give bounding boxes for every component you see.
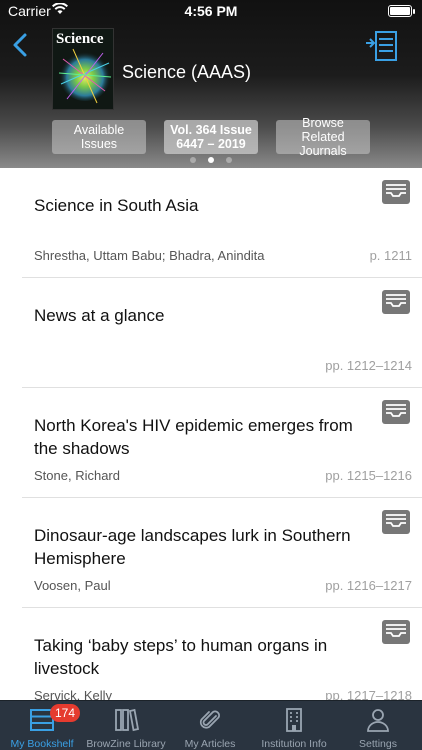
save-to-library-icon[interactable] bbox=[382, 290, 410, 314]
page-dot bbox=[190, 157, 196, 163]
journal-cover: Science bbox=[52, 28, 114, 110]
article-authors: Voosen, Paul bbox=[34, 578, 111, 593]
cover-art-image bbox=[58, 48, 112, 104]
save-to-library-icon[interactable] bbox=[382, 620, 410, 644]
clock: 4:56 PM bbox=[184, 3, 238, 19]
tab-my-bookshelf[interactable]: 174 My Bookshelf bbox=[0, 701, 84, 750]
page-indicator[interactable] bbox=[0, 157, 422, 165]
journal-header: Carrier 4:56 PM Science Science (AAAS) A… bbox=[0, 0, 422, 168]
article-title: Taking ‘baby steps’ to human organs in l… bbox=[34, 636, 328, 678]
article-title: Science in South Asia bbox=[34, 196, 199, 215]
journal-menu-button[interactable] bbox=[364, 30, 398, 62]
tab-institution-info[interactable]: Institution Info bbox=[252, 701, 336, 750]
list-export-icon bbox=[366, 31, 397, 61]
article-row[interactable]: News at a glance pp. 1212–1214 bbox=[0, 278, 422, 388]
article-authors: Shrestha, Uttam Babu; Bhadra, Anindita bbox=[34, 248, 265, 263]
save-to-library-icon[interactable] bbox=[382, 510, 410, 534]
tab-label: Institution Info bbox=[261, 738, 327, 750]
status-bar: Carrier 4:56 PM bbox=[0, 0, 422, 22]
article-title: North Korea's HIV epidemic emerges from … bbox=[34, 416, 353, 458]
article-pages: p. 1211 bbox=[369, 248, 412, 263]
tab-bar: 174 My Bookshelf BrowZine Library My Art… bbox=[0, 700, 422, 750]
article-authors: Stone, Richard bbox=[34, 468, 120, 483]
article-pages: pp. 1216–1217 bbox=[325, 578, 412, 593]
tab-label: Settings bbox=[359, 738, 397, 750]
battery-icon bbox=[388, 5, 415, 17]
article-title: News at a glance bbox=[34, 306, 165, 325]
journal-title: Science (AAAS) bbox=[122, 62, 252, 82]
bookshelf-badge: 174 bbox=[50, 704, 81, 722]
current-issue-button[interactable]: Vol. 364 Issue 6447 – 2019 bbox=[164, 120, 258, 154]
page-dot bbox=[226, 157, 232, 163]
chevron-left-icon bbox=[13, 33, 27, 57]
page-dot-active bbox=[208, 157, 214, 163]
back-button[interactable] bbox=[8, 28, 34, 62]
article-authors: Servick, Kelly bbox=[34, 688, 113, 700]
paperclip-icon bbox=[199, 710, 220, 729]
tab-browzine-library[interactable]: BrowZine Library bbox=[84, 701, 168, 750]
available-issues-button[interactable]: Available Issues bbox=[52, 120, 146, 154]
article-row[interactable]: Taking ‘baby steps’ to human organs in l… bbox=[0, 608, 422, 700]
article-row[interactable]: Dinosaur-age landscapes lurk in Southern… bbox=[0, 498, 422, 608]
article-title: Dinosaur-age landscapes lurk in Southern… bbox=[34, 526, 351, 568]
save-to-library-icon[interactable] bbox=[382, 400, 410, 424]
article-pages: pp. 1217–1218 bbox=[325, 688, 412, 700]
article-pages: pp. 1212–1214 bbox=[325, 358, 412, 373]
browse-related-journals-button[interactable]: Browse Related Journals bbox=[276, 116, 370, 158]
article-row[interactable]: Science in South Asia Shrestha, Uttam Ba… bbox=[0, 168, 422, 278]
article-row[interactable]: North Korea's HIV epidemic emerges from … bbox=[0, 388, 422, 498]
tab-label: BrowZine Library bbox=[86, 738, 166, 750]
tab-settings[interactable]: Settings bbox=[336, 701, 420, 750]
tab-label: My Bookshelf bbox=[10, 738, 74, 750]
library-icon bbox=[115, 708, 139, 732]
article-list[interactable]: Science in South Asia Shrestha, Uttam Ba… bbox=[0, 168, 422, 700]
tab-my-articles[interactable]: My Articles bbox=[168, 701, 252, 750]
person-icon bbox=[367, 709, 389, 732]
tab-label: My Articles bbox=[184, 738, 236, 750]
building-icon bbox=[286, 708, 302, 732]
article-pages: pp. 1215–1216 bbox=[325, 468, 412, 483]
save-to-library-icon[interactable] bbox=[382, 180, 410, 204]
